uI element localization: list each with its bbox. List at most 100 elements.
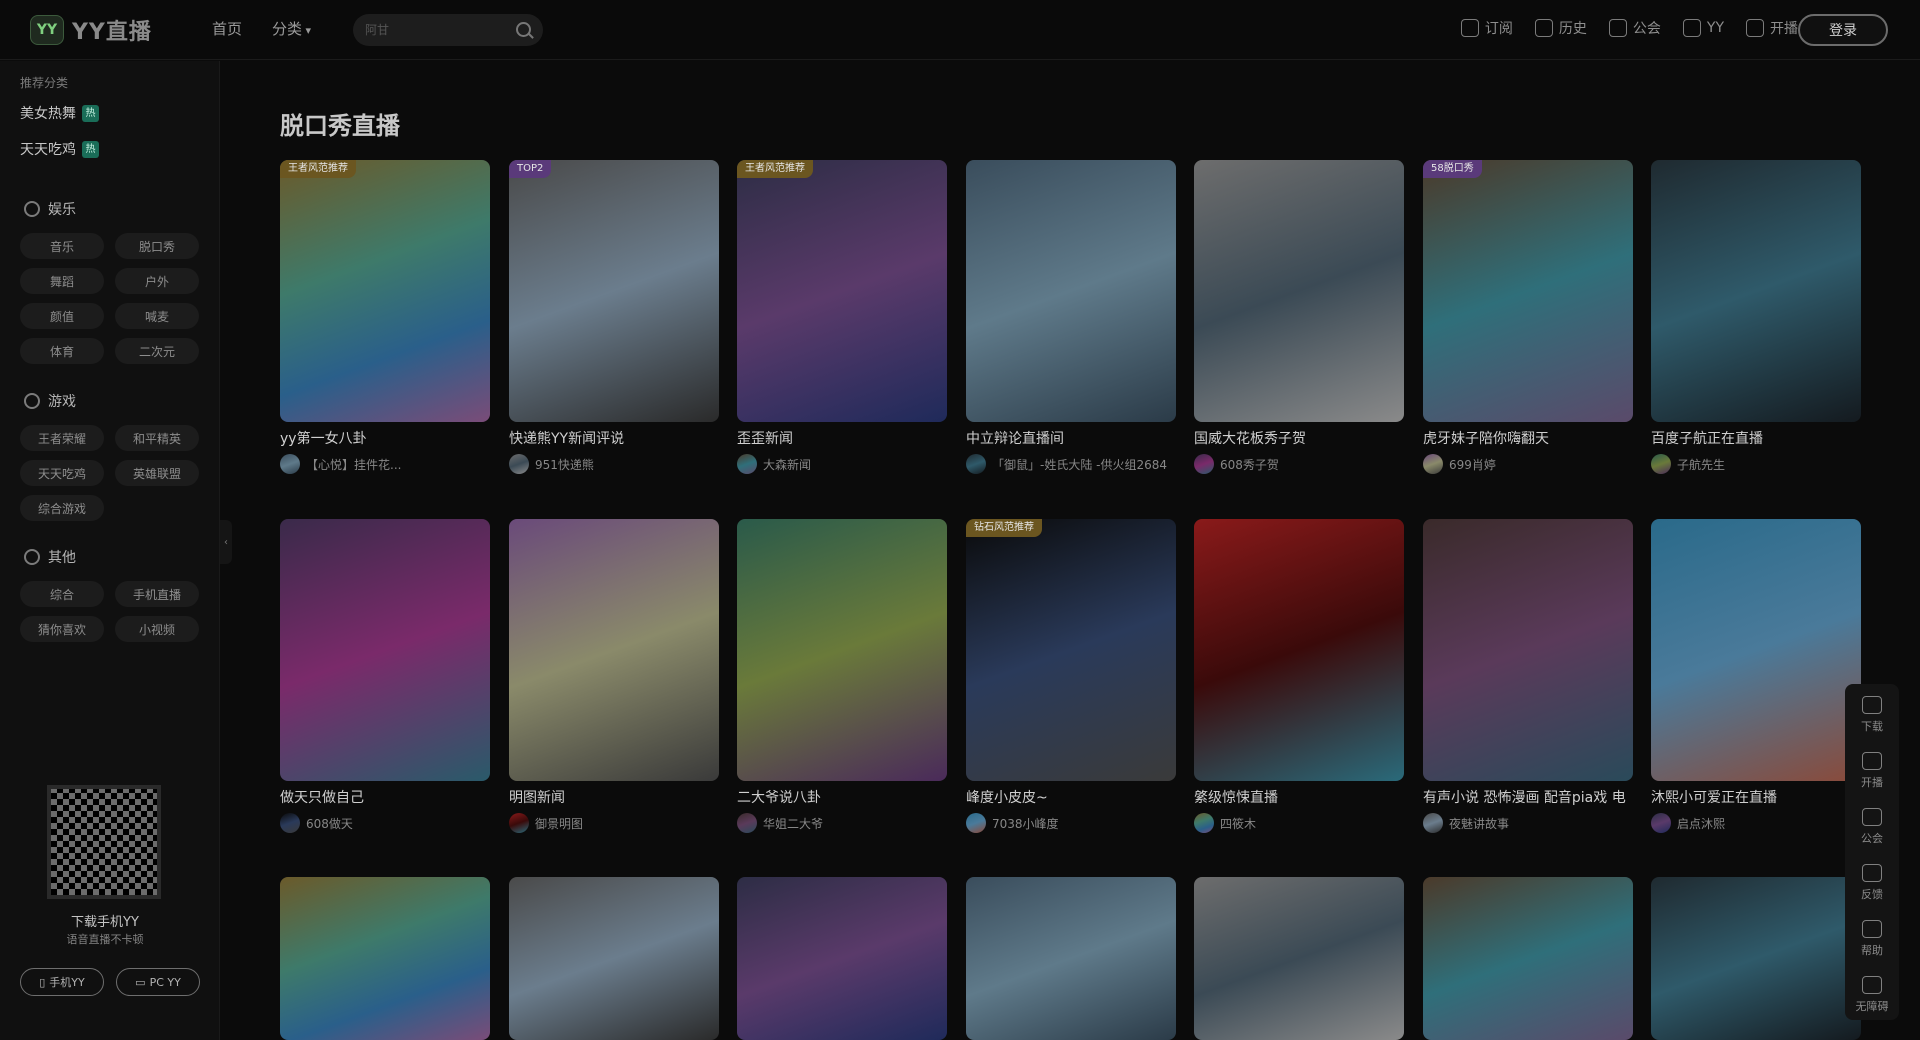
streamer-info[interactable]: 608秀子贺 bbox=[1194, 454, 1404, 474]
category-pill[interactable]: 二次元 bbox=[115, 338, 199, 364]
live-room-card[interactable]: TOP2 快递熊YY新闻评说 951快递熊 bbox=[509, 160, 719, 474]
category-pill[interactable]: 音乐 bbox=[20, 233, 104, 259]
live-room-card[interactable]: 百度子航正在直播 子航先生 bbox=[1651, 160, 1861, 474]
group-games[interactable]: 游戏 bbox=[24, 391, 76, 411]
room-title[interactable]: 百度子航正在直播 bbox=[1651, 428, 1861, 448]
room-cover-image[interactable] bbox=[737, 877, 947, 1040]
login-button[interactable]: 登录 bbox=[1798, 14, 1888, 46]
room-title[interactable]: 国威大花板秀子贺 bbox=[1194, 428, 1404, 448]
room-cover-image[interactable] bbox=[1423, 877, 1633, 1040]
category-pill[interactable]: 综合游戏 bbox=[20, 495, 104, 521]
room-cover-image[interactable]: 钻石风范推荐 bbox=[966, 519, 1176, 781]
room-cover-image[interactable]: 王者风范推荐 bbox=[280, 160, 490, 422]
live-room-card[interactable]: 沐熙小可爱正在直播 启点沐熙 bbox=[1651, 519, 1861, 833]
category-pill[interactable]: 手机直播 bbox=[115, 581, 199, 607]
room-title[interactable]: 明图新闻 bbox=[509, 787, 719, 807]
recommend-item-1[interactable]: 美女热舞热 bbox=[20, 103, 99, 123]
room-title[interactable]: 虎牙妹子陪你嗨翻天 bbox=[1423, 428, 1633, 448]
live-room-card[interactable] bbox=[966, 877, 1176, 1040]
room-cover-image[interactable]: 58脱口秀 bbox=[1423, 160, 1633, 422]
streamer-info[interactable]: 华姐二大爷 bbox=[737, 813, 947, 833]
room-title[interactable]: 沐熙小可爱正在直播 bbox=[1651, 787, 1861, 807]
room-cover-image[interactable]: 王者风范推荐 bbox=[737, 160, 947, 422]
streamer-info[interactable]: 四筱木 bbox=[1194, 813, 1404, 833]
category-pill[interactable]: 脱口秀 bbox=[115, 233, 199, 259]
search-icon[interactable] bbox=[516, 22, 531, 37]
help-tool[interactable]: 帮助 bbox=[1845, 920, 1899, 958]
room-title[interactable]: 中立辩论直播间 bbox=[966, 428, 1176, 448]
streamer-info[interactable]: 夜魅讲故事 bbox=[1423, 813, 1633, 833]
live-room-card[interactable] bbox=[280, 877, 490, 1040]
download-tool[interactable]: 下载 bbox=[1845, 696, 1899, 734]
category-pill[interactable]: 颜值 bbox=[20, 303, 104, 329]
streamer-info[interactable]: 御景明图 bbox=[509, 813, 719, 833]
mobile-yy-button[interactable]: ▯ 手机YY bbox=[20, 968, 104, 996]
room-cover-image[interactable] bbox=[509, 877, 719, 1040]
accessibility-tool[interactable]: 无障碍 bbox=[1845, 976, 1899, 1014]
streamer-info[interactable]: 【心悦】挂件花... bbox=[280, 454, 490, 474]
live-room-card[interactable]: 中立辩论直播间 「御鼠」-姓氏大陆 -供火组2684 bbox=[966, 160, 1176, 474]
room-cover-image[interactable] bbox=[1651, 160, 1861, 422]
room-title[interactable]: 綮级惊悚直播 bbox=[1194, 787, 1404, 807]
guild-link[interactable]: 公会 bbox=[1608, 18, 1661, 38]
category-pill[interactable]: 小视频 bbox=[115, 616, 199, 642]
room-cover-image[interactable] bbox=[1194, 519, 1404, 781]
live-room-card[interactable] bbox=[1651, 877, 1861, 1040]
live-room-card[interactable] bbox=[737, 877, 947, 1040]
category-pill[interactable]: 综合 bbox=[20, 581, 104, 607]
room-title[interactable]: 峰度小皮皮~ bbox=[966, 787, 1176, 807]
category-pill[interactable]: 英雄联盟 bbox=[115, 460, 199, 486]
room-cover-image[interactable] bbox=[1651, 877, 1861, 1040]
category-pill[interactable]: 喊麦 bbox=[115, 303, 199, 329]
live-room-card[interactable]: 二大爷说八卦 华姐二大爷 bbox=[737, 519, 947, 833]
streamer-info[interactable]: 951快递熊 bbox=[509, 454, 719, 474]
group-entertainment[interactable]: 娱乐 bbox=[24, 199, 76, 219]
nav-home[interactable]: 首页 bbox=[212, 18, 242, 39]
room-title[interactable]: 有声小说 恐怖漫画 配音pia戏 电 bbox=[1423, 787, 1633, 807]
start-live-link[interactable]: 开播 bbox=[1746, 18, 1798, 38]
search-input[interactable] bbox=[365, 20, 505, 40]
category-pill[interactable]: 猜你喜欢 bbox=[20, 616, 104, 642]
room-cover-image[interactable] bbox=[737, 519, 947, 781]
live-room-card[interactable]: 王者风范推荐 yy第一女八卦 【心悦】挂件花... bbox=[280, 160, 490, 474]
room-cover-image[interactable]: TOP2 bbox=[509, 160, 719, 422]
pc-yy-button[interactable]: ▭ PC YY bbox=[116, 968, 200, 996]
room-title[interactable]: 歪歪新闻 bbox=[737, 428, 947, 448]
room-cover-image[interactable] bbox=[1194, 160, 1404, 422]
start-live-tool[interactable]: 开播 bbox=[1845, 752, 1899, 790]
live-room-card[interactable]: 有声小说 恐怖漫画 配音pia戏 电夜魅讲故事 bbox=[1423, 519, 1633, 833]
live-room-card[interactable]: 做天只做自己 608做天 bbox=[280, 519, 490, 833]
live-room-card[interactable]: 綮级惊悚直播 四筱木 bbox=[1194, 519, 1404, 833]
feedback-tool[interactable]: 反馈 bbox=[1845, 864, 1899, 902]
streamer-info[interactable]: 699肖婷 bbox=[1423, 454, 1633, 474]
category-pill[interactable]: 王者荣耀 bbox=[20, 425, 104, 451]
streamer-info[interactable]: 7038小峰度 bbox=[966, 813, 1176, 833]
room-cover-image[interactable] bbox=[509, 519, 719, 781]
live-room-card[interactable]: 国威大花板秀子贺 608秀子贺 bbox=[1194, 160, 1404, 474]
live-room-card[interactable] bbox=[1423, 877, 1633, 1040]
room-title[interactable]: 快递熊YY新闻评说 bbox=[509, 428, 719, 448]
room-cover-image[interactable] bbox=[966, 160, 1176, 422]
yy-client-link[interactable]: YY bbox=[1682, 18, 1724, 38]
room-title[interactable]: 做天只做自己 bbox=[280, 787, 490, 807]
nav-category-dropdown[interactable]: 分类 bbox=[272, 18, 311, 39]
history-link[interactable]: 历史 bbox=[1534, 18, 1587, 38]
streamer-info[interactable]: 子航先生 bbox=[1651, 454, 1861, 474]
recommend-item-2[interactable]: 天天吃鸡热 bbox=[20, 139, 99, 159]
group-other[interactable]: 其他 bbox=[24, 547, 76, 567]
streamer-info[interactable]: 「御鼠」-姓氏大陆 -供火组2684 bbox=[966, 454, 1176, 474]
room-title[interactable]: 二大爷说八卦 bbox=[737, 787, 947, 807]
live-room-card[interactable] bbox=[509, 877, 719, 1040]
streamer-info[interactable]: 启点沐熙 bbox=[1651, 813, 1861, 833]
category-pill[interactable]: 体育 bbox=[20, 338, 104, 364]
room-title[interactable]: yy第一女八卦 bbox=[280, 428, 490, 448]
room-cover-image[interactable] bbox=[1423, 519, 1633, 781]
live-room-card[interactable]: 明图新闻 御景明图 bbox=[509, 519, 719, 833]
room-cover-image[interactable] bbox=[1651, 519, 1861, 781]
sidebar-collapse-handle[interactable]: ‹ bbox=[220, 520, 232, 564]
live-room-card[interactable]: 58脱口秀虎牙妹子陪你嗨翻天 699肖婷 bbox=[1423, 160, 1633, 474]
room-cover-image[interactable] bbox=[280, 519, 490, 781]
site-logo[interactable]: YY YY直播 bbox=[30, 15, 152, 45]
category-pill[interactable]: 舞蹈 bbox=[20, 268, 104, 294]
room-cover-image[interactable] bbox=[280, 877, 490, 1040]
